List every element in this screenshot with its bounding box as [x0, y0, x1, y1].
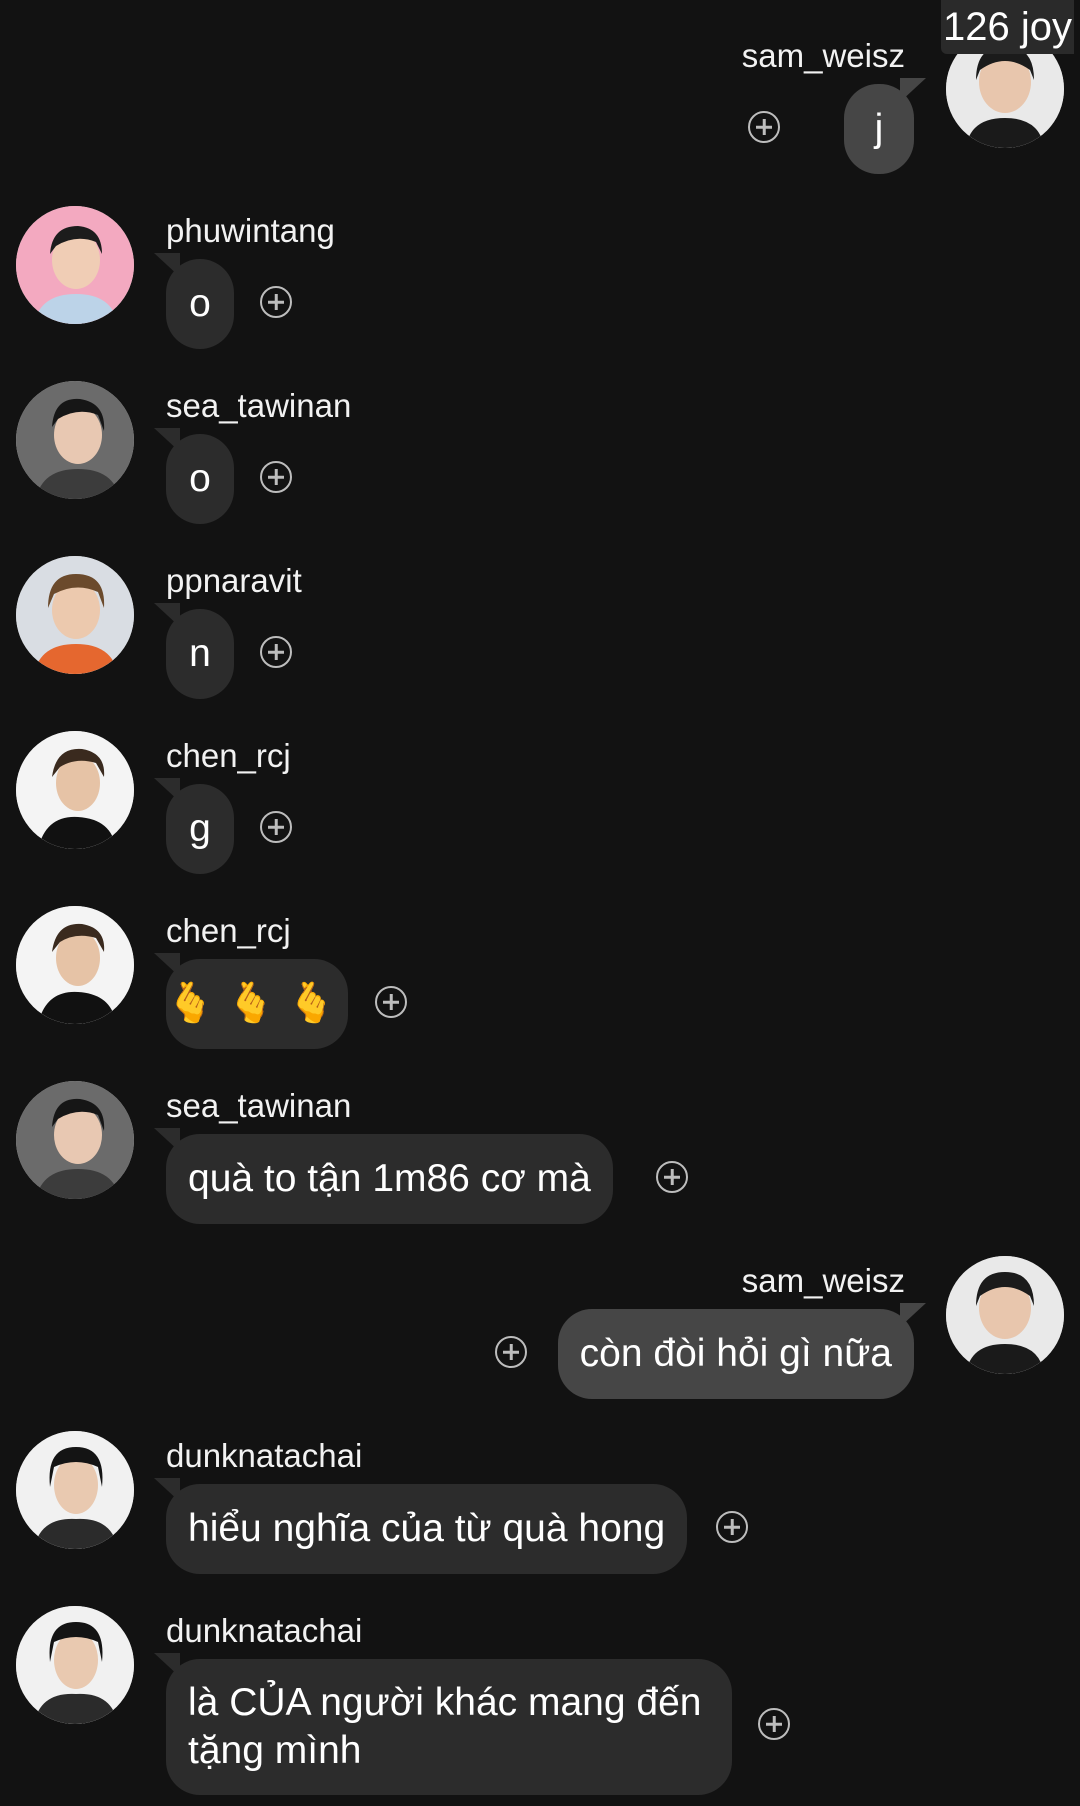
- message-bubble[interactable]: o: [166, 259, 234, 349]
- message-bubble[interactable]: quà to tận 1m86 cơ mà: [166, 1134, 613, 1224]
- message-bubble[interactable]: 🫰🫰🫰: [166, 959, 348, 1049]
- message-bubble[interactable]: j: [844, 84, 914, 174]
- username[interactable]: dunknatachai: [166, 1611, 362, 1651]
- avatar[interactable]: [16, 1081, 134, 1199]
- add-reaction-icon[interactable]: [716, 1511, 748, 1543]
- message-text: o: [189, 457, 211, 500]
- add-reaction-icon[interactable]: [260, 286, 292, 318]
- message-bubble[interactable]: hiểu nghĩa của từ quà hong: [166, 1484, 688, 1574]
- username[interactable]: dunknatachai: [166, 1436, 362, 1476]
- message-text: j: [874, 107, 884, 150]
- username[interactable]: ppnaravit: [166, 561, 302, 601]
- message-text: hiểu nghĩa của từ quà hong: [188, 1507, 666, 1550]
- message-bubble[interactable]: o: [166, 434, 234, 524]
- viewer-count-badge: 126 joy: [941, 0, 1074, 54]
- message-text: là CỦA người khác mang đến tặng mình: [188, 1681, 702, 1772]
- username[interactable]: sam_weisz: [742, 36, 905, 76]
- username[interactable]: sam_weisz: [742, 1261, 905, 1301]
- add-reaction-icon[interactable]: [260, 811, 292, 843]
- add-reaction-icon[interactable]: [375, 986, 407, 1018]
- message-text: còn đòi hỏi gì nữa: [579, 1332, 892, 1375]
- avatar[interactable]: [16, 556, 134, 674]
- message-bubble[interactable]: còn đòi hỏi gì nữa: [557, 1309, 914, 1399]
- avatar[interactable]: [16, 206, 134, 324]
- message-bubble[interactable]: g: [166, 784, 234, 874]
- add-reaction-icon[interactable]: [260, 636, 292, 668]
- username[interactable]: chen_rcj: [166, 736, 291, 776]
- avatar[interactable]: [16, 906, 134, 1024]
- message-text: o: [189, 282, 211, 325]
- message-bubble[interactable]: n: [166, 609, 234, 699]
- avatar[interactable]: [946, 1256, 1064, 1374]
- avatar[interactable]: [16, 731, 134, 849]
- avatar[interactable]: [16, 1606, 134, 1724]
- username[interactable]: chen_rcj: [166, 911, 291, 951]
- add-reaction-icon[interactable]: [758, 1708, 790, 1740]
- username[interactable]: sea_tawinan: [166, 386, 351, 426]
- add-reaction-icon[interactable]: [656, 1161, 688, 1193]
- avatar[interactable]: [16, 381, 134, 499]
- message-bubble[interactable]: là CỦA người khác mang đến tặng mình: [166, 1659, 732, 1795]
- avatar[interactable]: [16, 1431, 134, 1549]
- add-reaction-icon[interactable]: [260, 461, 292, 493]
- message-text: quà to tận 1m86 cơ mà: [188, 1157, 591, 1200]
- add-reaction-icon[interactable]: [495, 1336, 527, 1368]
- message-text: 🫰🫰🫰: [166, 982, 348, 1025]
- message-text: g: [189, 807, 211, 850]
- message-text: n: [189, 632, 211, 675]
- username[interactable]: phuwintang: [166, 211, 335, 251]
- add-reaction-icon[interactable]: [748, 111, 780, 143]
- username[interactable]: sea_tawinan: [166, 1086, 351, 1126]
